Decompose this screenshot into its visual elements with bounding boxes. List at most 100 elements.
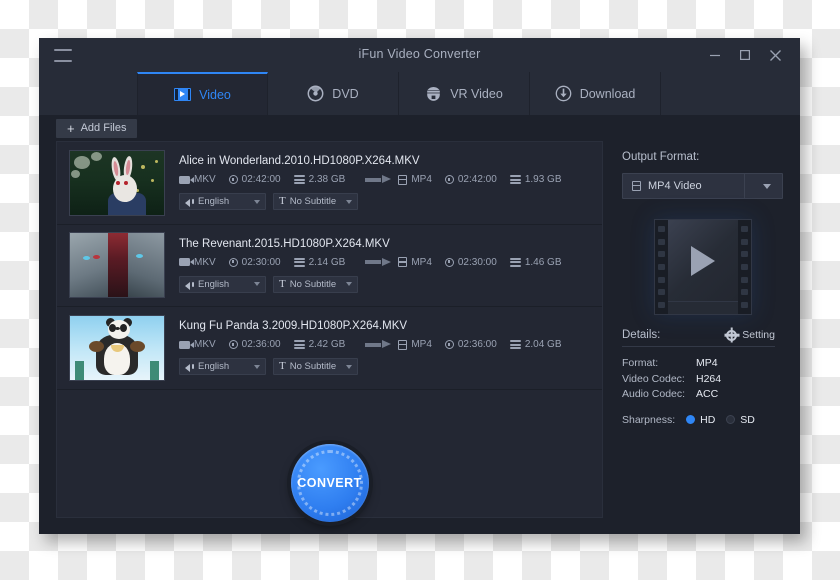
close-button[interactable] — [760, 38, 790, 72]
audio-track-select[interactable]: English — [179, 358, 266, 376]
clock-icon — [444, 175, 454, 185]
minimize-button[interactable] — [700, 38, 730, 72]
add-files-button[interactable]: + Add Files — [56, 118, 138, 138]
table-row[interactable]: The Revenant.2015.HD1080P.X264.MKV MKV 0… — [57, 225, 602, 307]
file-icon — [398, 339, 408, 350]
maximize-button[interactable] — [730, 38, 760, 72]
sharpness-option-sd[interactable]: SD — [726, 414, 755, 426]
source-duration: 02:30:00 — [228, 257, 281, 268]
speaker-icon — [185, 362, 194, 373]
layers-icon — [509, 257, 521, 267]
subtitle-select[interactable]: T No Subtitle — [273, 193, 358, 211]
detail-row: Video Codec: H264 — [622, 372, 783, 388]
chevron-down-icon — [346, 282, 352, 287]
output-format-label: Output Format: — [622, 151, 700, 163]
camera-icon — [179, 340, 194, 349]
file-meta: Alice in Wonderland.2010.HD1080P.X264.MK… — [165, 155, 590, 211]
subtitle-select[interactable]: T No Subtitle — [273, 358, 358, 376]
file-name: Alice in Wonderland.2010.HD1080P.X264.MK… — [179, 155, 420, 168]
subtitle-value: No Subtitle — [289, 196, 337, 208]
tab-video[interactable]: Video — [137, 72, 268, 115]
target-container: MP4 — [398, 257, 432, 268]
file-name: Kung Fu Panda 3.2009.HD1080P.X264.MKV — [179, 320, 408, 333]
source-size: 2.14 GB — [293, 257, 345, 268]
radio-dot-icon — [726, 415, 736, 424]
text-icon: T — [279, 360, 286, 373]
audio-track-select[interactable]: English — [179, 193, 266, 211]
toolbar: + Add Files — [39, 115, 800, 141]
source-container: MKV — [179, 257, 216, 268]
hamburger-menu-icon[interactable] — [54, 48, 72, 62]
tab-download[interactable]: Download — [530, 72, 661, 115]
convert-button[interactable]: CONVERT — [290, 444, 369, 522]
text-icon: T — [279, 195, 286, 208]
file-meta: The Revenant.2015.HD1080P.X264.MKV MKV 0… — [165, 238, 590, 293]
audio-track-select[interactable]: English — [179, 275, 266, 293]
file-specs: MKV 02:30:00 2.14 GB MP4 02:30:00 1.46 G… — [179, 257, 590, 268]
file-icon — [398, 174, 408, 185]
sharpness-sd-label: SD — [740, 413, 755, 426]
setting-button[interactable]: Setting — [726, 329, 775, 341]
chevron-down-icon — [763, 183, 771, 189]
tab-dvd[interactable]: DVD — [268, 72, 399, 115]
file-icon — [398, 257, 408, 268]
main-tab-bar: Video DVD VR Video Download — [39, 72, 800, 115]
title-bar: iFun Video Converter — [39, 38, 800, 72]
track-selectors: English T No Subtitle — [179, 358, 590, 376]
speaker-icon — [185, 280, 194, 290]
clock-icon — [444, 257, 454, 267]
format-preview — [622, 219, 783, 315]
conversion-arrow-icon — [365, 257, 392, 267]
sharpness-option-hd[interactable]: HD — [686, 414, 715, 426]
track-selectors: English T No Subtitle — [179, 275, 590, 293]
details-label: Details: — [622, 329, 661, 341]
target-container: MP4 — [398, 174, 432, 185]
source-size: 2.42 GB — [293, 339, 345, 350]
plus-icon: + — [67, 120, 75, 136]
tab-video-label: Video — [199, 87, 231, 102]
file-name: The Revenant.2015.HD1080P.X264.MKV — [179, 237, 390, 250]
source-container: MKV — [179, 339, 216, 350]
setting-label: Setting — [742, 329, 775, 341]
file-meta: Kung Fu Panda 3.2009.HD1080P.X264.MKV MK… — [165, 320, 590, 376]
text-icon: T — [279, 277, 286, 290]
layers-icon — [509, 340, 521, 350]
disc-icon — [307, 85, 324, 102]
layers-icon — [293, 340, 305, 350]
audio-track-value: English — [198, 196, 230, 208]
alice-thumbnail — [69, 149, 165, 216]
detail-value: H264 — [696, 372, 722, 385]
clock-icon — [228, 175, 238, 185]
conversion-arrow-icon — [365, 175, 392, 184]
target-container: MP4 — [398, 339, 432, 350]
download-icon — [555, 85, 572, 102]
layers-icon — [293, 175, 305, 185]
window-controls — [700, 38, 800, 72]
source-size: 2.38 GB — [293, 174, 345, 185]
chevron-down-icon — [254, 199, 260, 204]
subtitle-value: No Subtitle — [289, 361, 337, 373]
camera-icon — [179, 258, 194, 267]
subtitle-select[interactable]: T No Subtitle — [273, 275, 358, 293]
details-header: Details: Setting — [622, 329, 775, 347]
file-specs: MKV 02:36:00 2.42 GB MP4 02:36:00 2.04 G… — [179, 339, 590, 350]
target-duration: 02:30:00 — [444, 257, 497, 268]
convert-button-label: CONVERT — [297, 476, 362, 490]
conversion-arrow-icon — [365, 340, 392, 349]
gear-icon — [726, 329, 738, 341]
application-window: iFun Video Converter Video DVD VR Video … — [39, 38, 800, 534]
output-settings-panel: Output Format: MP4 Video Details: Settin… — [614, 141, 783, 518]
clock-icon — [444, 340, 454, 350]
output-format-value: MP4 Video — [648, 180, 702, 192]
output-format-select[interactable]: MP4 Video — [622, 173, 783, 199]
tab-download-label: Download — [579, 86, 636, 101]
add-files-label: Add Files — [80, 122, 127, 134]
chevron-down-icon — [346, 199, 352, 204]
table-row[interactable]: Kung Fu Panda 3.2009.HD1080P.X264.MKV MK… — [57, 307, 602, 390]
table-row[interactable]: Alice in Wonderland.2010.HD1080P.X264.MK… — [57, 142, 602, 225]
detail-value: ACC — [696, 388, 719, 400]
tab-vr-video[interactable]: VR Video — [399, 72, 530, 115]
tab-dvd-label: DVD — [332, 86, 359, 101]
detail-key: Video Codec: — [622, 372, 685, 385]
detail-key: Audio Codec: — [622, 388, 686, 400]
